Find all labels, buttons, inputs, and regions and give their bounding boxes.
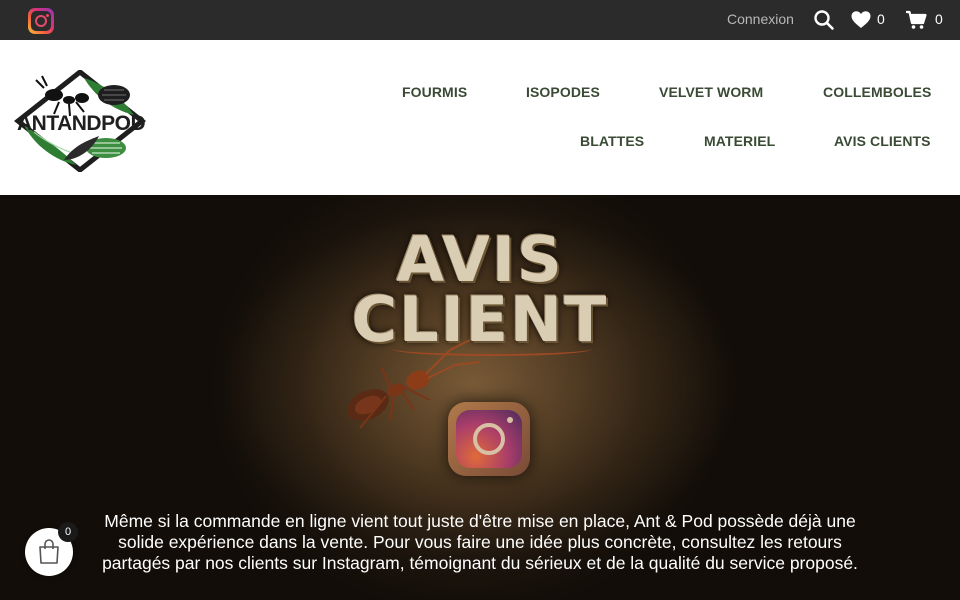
nav-item-materiel[interactable]: MATERIEL — [704, 133, 775, 149]
nav-item-velvet-worm[interactable]: VELVET WORM — [659, 84, 763, 100]
nav-item-fourmis[interactable]: FOURMIS — [402, 84, 467, 100]
wishlist-count: 0 — [877, 11, 885, 27]
hero-banner: AVIS CLIENT Même si la commande en ligne… — [0, 195, 960, 600]
floating-cart-count: 0 — [58, 522, 78, 542]
heart-icon[interactable] — [850, 9, 872, 31]
instagram-icon[interactable] — [28, 8, 54, 34]
login-link[interactable]: Connexion — [727, 11, 794, 27]
nav-item-avis-clients[interactable]: AVIS CLIENTS — [834, 133, 931, 149]
top-bar: Connexion 0 0 — [0, 0, 960, 40]
hero-title: AVIS CLIENT — [0, 229, 960, 351]
cart-count: 0 — [935, 11, 943, 27]
search-icon[interactable] — [813, 9, 835, 31]
shopping-bag-icon — [39, 539, 59, 564]
instagram-logo-icon — [448, 402, 530, 476]
nav-item-collemboles[interactable]: COLLEMBOLES — [823, 84, 931, 100]
hero-description: Même si la commande en ligne vient tout … — [102, 511, 858, 573]
logo-text: ANTANDPOD — [17, 112, 146, 135]
cart-icon[interactable] — [905, 9, 927, 31]
nav-item-blattes[interactable]: BLATTES — [580, 133, 644, 149]
nav-item-isopodes[interactable]: ISOPODES — [526, 84, 600, 100]
